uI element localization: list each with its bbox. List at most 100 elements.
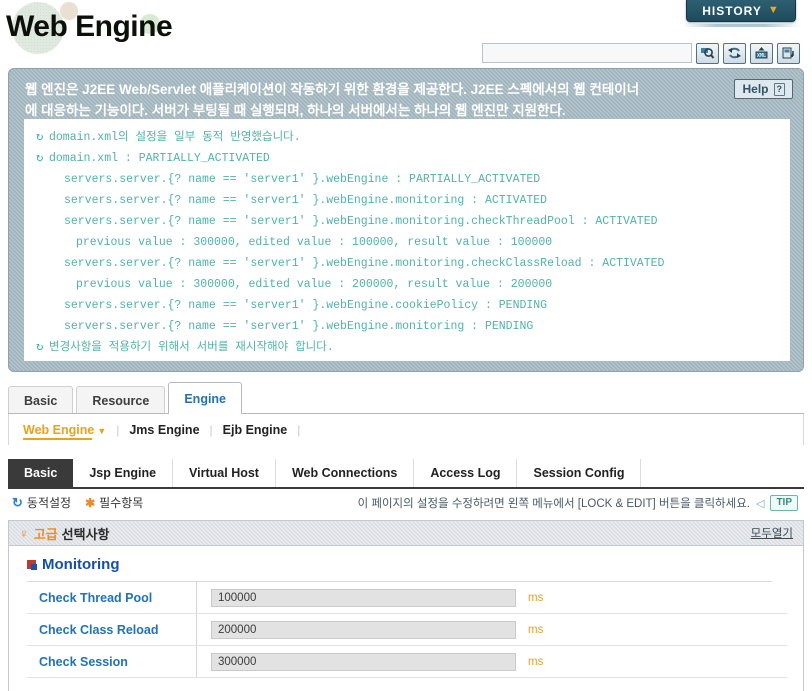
field-label: Check Thread Pool — [27, 582, 197, 613]
help-button[interactable]: Help ? — [734, 79, 793, 99]
search-toolbar: XML — [482, 42, 800, 64]
help-label: Help — [742, 82, 769, 96]
lock-edit-notice: 이 페이지의 설정을 수정하려면 왼쪽 메뉴에서 [LOCK & EDIT] 버… — [358, 495, 798, 511]
subtab-access-log[interactable]: Access Log — [414, 459, 518, 487]
field-label: Check Session — [27, 646, 197, 677]
search-button[interactable] — [696, 42, 719, 64]
description-line-2: 에 대응하는 기능이다. 서버가 부팅될 때 실행되며, 하나의 서버에서는 하… — [25, 103, 566, 118]
active-underline — [23, 437, 93, 440]
advanced-label-accent: 고급 — [33, 526, 58, 542]
refresh-icon: ↻ — [36, 151, 51, 165]
subtab-jsp-engine[interactable]: Jsp Engine — [73, 459, 174, 487]
open-all-link[interactable]: 모두열기 — [751, 525, 793, 541]
subtab-label: Access Log — [430, 466, 501, 480]
log-line-text: previous value : 300000, edited value : … — [76, 236, 553, 249]
save-export-icon — [782, 47, 794, 59]
log-line: previous value : 300000, edited value : … — [24, 274, 790, 295]
chevron-down-icon[interactable]: ▼ — [97, 426, 106, 436]
search-input[interactable] — [482, 43, 692, 63]
engine-nav-label: Jms Engine — [129, 422, 200, 437]
section-title: Monitoring — [42, 556, 120, 573]
history-button-wrap: HISTORY ▼ — [682, 0, 800, 27]
refresh-button[interactable] — [723, 42, 746, 64]
log-line-text: servers.server.{? name == 'server1' }.we… — [64, 320, 534, 333]
advanced-label-rest: 선택사항 — [61, 526, 110, 542]
xml-export-icon: XML — [755, 47, 768, 59]
log-line: ↻ domain.xml의 설정을 일부 동적 반영했습니다. — [24, 127, 790, 148]
legend-dynamic-label: 동적설정 — [26, 496, 72, 510]
nav-separator: | — [297, 422, 301, 437]
subtab-label: Jsp Engine — [89, 466, 157, 480]
tab-label: Engine — [184, 391, 227, 406]
engine-nav-jms-engine[interactable]: Jms Engine — [119, 423, 209, 437]
form-row: Check Session ms — [27, 646, 787, 678]
log-line: servers.server.{? name == 'server1' }.we… — [24, 316, 790, 337]
field-input[interactable] — [211, 620, 516, 639]
refresh-icon: ↻ — [36, 340, 51, 354]
log-lines: ↻ domain.xml의 설정을 일부 동적 반영했습니다. ↻ domain.… — [24, 127, 790, 358]
log-line: servers.server.{? name == 'server1' }.we… — [24, 253, 790, 274]
history-button[interactable]: HISTORY ▼ — [686, 0, 796, 22]
refresh-icon: ↻ — [36, 130, 51, 144]
log-line-text: domain.xml의 설정을 일부 동적 반영했습니다. — [49, 131, 301, 144]
field-label: Check Class Reload — [27, 614, 197, 645]
asterisk-icon: ✱ — [85, 495, 96, 510]
monitoring-form-rows: Check Thread PoolmsCheck Class ReloadmsC… — [9, 582, 803, 678]
field-input[interactable] — [211, 652, 516, 671]
tab-engine[interactable]: Engine — [168, 382, 243, 414]
log-line-text: servers.server.{? name == 'server1' }.we… — [64, 173, 541, 186]
monitoring-section: Monitoring Check Thread PoolmsCheck Clas… — [8, 546, 804, 691]
description-text: 웹 엔진은 J2EE Web/Servlet 애플리케이션이 작동하기 위한 환… — [25, 79, 731, 121]
section-marker-icon — [27, 560, 37, 570]
field-input[interactable] — [211, 588, 516, 607]
subtab-session-config[interactable]: Session Config — [517, 459, 642, 487]
log-line-text: servers.server.{? name == 'server1' }.we… — [64, 215, 658, 228]
engine-nav-web-engine[interactable]: Web Engine ▼ — [23, 423, 116, 440]
activation-log-panel[interactable]: ↻ domain.xml의 설정을 일부 동적 반영했습니다. ↻ domain.… — [24, 119, 790, 361]
engine-nav-label: Ejb Engine — [222, 422, 288, 437]
xml-export-button[interactable]: XML — [750, 42, 773, 64]
subtab-label: Basic — [24, 466, 58, 480]
subtab-virtual-host[interactable]: Virtual Host — [173, 459, 276, 487]
tab-resource[interactable]: Resource — [76, 386, 166, 414]
description-line-1: 웹 엔진은 J2EE Web/Servlet 애플리케이션이 작동하기 위한 환… — [25, 82, 640, 97]
log-line: servers.server.{? name == 'server1' }.we… — [24, 295, 790, 316]
legend-dynamic: ↻ 동적설정 — [12, 494, 71, 511]
tab-basic[interactable]: Basic — [8, 386, 74, 414]
sub-tab-bar: Basic Jsp Engine Virtual Host Web Connectio… — [8, 459, 804, 489]
tip-arrow-icon: ◁ — [755, 497, 765, 510]
save-export-button[interactable] — [777, 42, 800, 64]
page-title-area: Web Engine — [0, 0, 480, 62]
field-unit: ms — [528, 591, 544, 604]
tip-badge[interactable]: TIP — [770, 495, 798, 511]
subtab-label: Virtual Host — [189, 466, 259, 480]
log-line: previous value : 300000, edited value : … — [24, 232, 790, 253]
log-line: servers.server.{? name == 'server1' }.we… — [24, 190, 790, 211]
log-line-text: servers.server.{? name == 'server1' }.we… — [64, 194, 548, 207]
chevron-down-icon: ▼ — [767, 4, 780, 16]
monitoring-section-header: Monitoring — [9, 546, 803, 581]
subtab-web-connections[interactable]: Web Connections — [276, 459, 415, 487]
log-line-text: domain.xml : PARTIALLY_ACTIVATED — [49, 152, 270, 165]
page-root: Web Engine HISTORY ▼ XML 웹 엔진은 J2EE Web/… — [0, 0, 812, 691]
log-line-text: servers.server.{? name == 'server1' }.we… — [64, 299, 548, 312]
subtab-label: Session Config — [533, 466, 625, 480]
advanced-options-bar: ♀ 고급 선택사항 모두열기 — [8, 520, 804, 546]
log-line: servers.server.{? name == 'server1' }.we… — [24, 169, 790, 190]
log-line: ↻ domain.xml : PARTIALLY_ACTIVATED — [24, 148, 790, 169]
bulb-icon: ♀ — [19, 525, 29, 541]
notice-text: 이 페이지의 설정을 수정하려면 왼쪽 메뉴에서 [LOCK & EDIT] 버… — [357, 498, 750, 510]
engine-nav-ejb-engine[interactable]: Ejb Engine — [213, 423, 298, 437]
form-row: Check Class Reload ms — [27, 614, 787, 646]
field-unit: ms — [528, 623, 544, 636]
page-title: Web Engine — [6, 10, 173, 43]
subtab-label: Web Connections — [291, 466, 398, 480]
search-icon — [701, 48, 715, 59]
subtab-basic[interactable]: Basic — [8, 459, 74, 487]
legend-group: ↻ 동적설정 ✱ 필수항목 — [12, 494, 143, 511]
svg-text:XML: XML — [757, 53, 766, 59]
legend-required-label: 필수항목 — [99, 496, 144, 510]
refresh-icon: ↻ — [12, 494, 23, 510]
tab-label: Resource — [92, 393, 150, 408]
tab-label: Basic — [24, 393, 58, 408]
